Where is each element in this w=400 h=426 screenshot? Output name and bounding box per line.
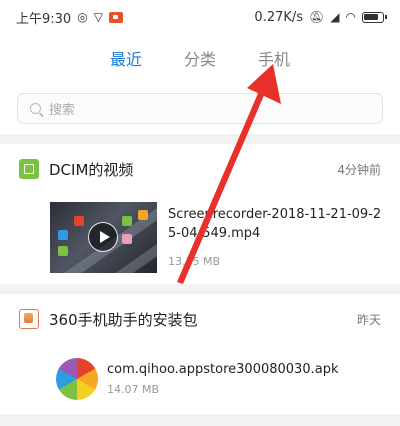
tab-bar: 最近 分类 手机	[0, 38, 400, 76]
folder-icon	[19, 159, 39, 179]
status-right: 0.27K/s 🔕︎ ◢ ◠	[254, 9, 387, 25]
file-name[interactable]: com.qihoo.appstore300080030.apk	[107, 360, 387, 379]
video-thumbnail[interactable]	[50, 202, 157, 273]
divider	[0, 134, 400, 144]
file-size: 13.35 MB	[168, 255, 221, 268]
search-placeholder: 搜索	[49, 103, 76, 118]
package-icon	[19, 309, 39, 329]
location-icon: ▽	[93, 10, 103, 24]
group-title: DCIM的视频	[49, 160, 134, 179]
status-time: 上午9:30	[16, 11, 72, 27]
status-bar: 上午9:30 ◎ ▽ 0.27K/s 🔕︎ ◢ ◠	[0, 0, 400, 34]
alarm-icon: ◎	[77, 10, 88, 24]
group-time: 昨天	[356, 312, 381, 327]
group-title: 360手机助手的安装包	[49, 310, 198, 329]
mute-icon: 🔕︎	[309, 10, 325, 24]
divider	[0, 414, 400, 426]
signal-icon: ◢	[330, 10, 340, 24]
wifi-icon: ◠	[345, 10, 356, 24]
network-speed: 0.27K/s	[254, 9, 304, 25]
tab-phone[interactable]: 手机	[258, 38, 290, 76]
search-icon	[30, 103, 41, 114]
file-name[interactable]: Screenrecorder-2018-11-21-09-25-04-549.m…	[168, 205, 388, 243]
play-icon[interactable]	[88, 222, 118, 252]
file-size: 14.07 MB	[107, 383, 160, 396]
app-notification-icon	[108, 11, 123, 23]
group-header-360[interactable]: 360手机助手的安装包 昨天	[0, 303, 400, 335]
group-time: 4分钟前	[337, 162, 381, 177]
status-left: 上午9:30 ◎ ▽	[16, 8, 123, 27]
tab-category[interactable]: 分类	[184, 38, 216, 76]
battery-icon	[362, 11, 387, 23]
divider	[0, 284, 400, 294]
tab-recent[interactable]: 最近	[110, 38, 142, 76]
group-header-dcim[interactable]: DCIM的视频 4分钟前	[0, 153, 400, 185]
apk-icon[interactable]	[56, 358, 98, 400]
search-input[interactable]: 搜索	[17, 93, 383, 124]
